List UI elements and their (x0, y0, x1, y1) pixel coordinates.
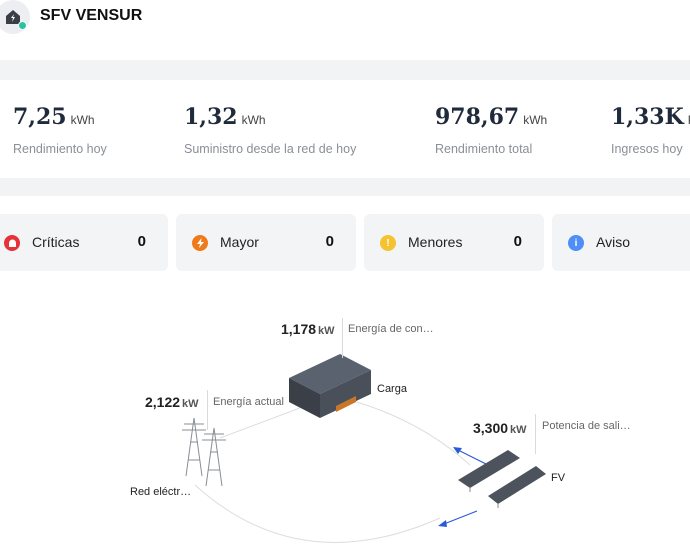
alarm-card-critical[interactable]: Críticas 0 (0, 214, 168, 271)
alarm-card-warning[interactable]: i Aviso (552, 214, 690, 271)
stats-panel: 7,25 kWh Rendimiento hoy 1,32 kWh Suminist… (0, 80, 690, 178)
stat-grid-supply-today: 1,32 kWh Suministro desde la red de hoy (184, 104, 356, 156)
alarm-card-major[interactable]: Mayor 0 (176, 214, 356, 271)
critical-alarm-icon (4, 235, 20, 251)
load-power: 1,178 kW (281, 321, 335, 339)
pv-node-label: FV (551, 472, 566, 484)
flow-arrow-pv-to-load (457, 449, 487, 465)
section-divider (0, 60, 690, 80)
stat-total-yield: 978,67 kWh Rendimiento total (435, 104, 547, 156)
pv-power: 3,300 kW (473, 420, 527, 438)
stat-value: 7,25 (13, 104, 67, 130)
header: SFV VENSUR (0, 0, 690, 60)
stat-income-today: 1,33KP. Ingresos hoy (611, 104, 690, 156)
alarm-label: Menores (408, 234, 463, 250)
stat-unit: kWh (523, 113, 548, 127)
alarm-label: Críticas (32, 234, 80, 250)
grid-divider (207, 390, 208, 430)
grid-node-label: Red eléctr… (130, 486, 192, 498)
pv-power-label: Potencia de sali… (542, 420, 631, 432)
load-divider (342, 318, 343, 358)
grid-power-unit: kW (182, 398, 199, 410)
alarm-label: Mayor (220, 234, 259, 250)
grid-power-label: Energía actual (213, 396, 284, 408)
load-building-icon (289, 354, 371, 418)
stat-label: Rendimiento hoy (13, 142, 107, 156)
pv-power-unit: kW (510, 424, 527, 436)
stat-label: Suministro desde la red de hoy (184, 142, 357, 156)
energy-flow-diagram: 1,178 kW Energía de con… Carga 2,122 kW En… (0, 290, 690, 549)
stat-value: 1,32 (184, 104, 238, 130)
stat-value: 978,67 (435, 104, 520, 130)
load-node-label: Carga (377, 383, 407, 395)
grid-power-value: 2,122 (145, 394, 181, 410)
online-status-dot (18, 21, 27, 30)
plant-avatar[interactable] (0, 0, 30, 34)
stat-yield-today: 7,25 kWh Rendimiento hoy (13, 104, 107, 156)
stat-label: Rendimiento total (435, 142, 533, 156)
plant-title: SFV VENSUR (40, 7, 143, 24)
load-power-value: 1,178 (281, 321, 317, 337)
alarm-card-minor[interactable]: ! Menores 0 (364, 214, 544, 271)
warning-alarm-icon: i (568, 235, 584, 251)
alarm-count: 0 (513, 233, 522, 250)
grid-power: 2,122 kW (145, 394, 199, 412)
pv-divider (535, 414, 536, 454)
major-alarm-icon (192, 235, 208, 251)
minor-alarm-icon: ! (380, 235, 396, 251)
stat-unit: kWh (70, 113, 95, 127)
stat-value: 1,33K (611, 104, 684, 130)
flow-arrow-pv-to-grid (443, 510, 478, 525)
stat-label: Ingresos hoy (611, 142, 683, 156)
load-power-unit: kW (318, 325, 335, 337)
alarm-summary: Críticas 0 Mayor 0 ! Menores 0 i Aviso (0, 196, 690, 290)
alarm-label: Aviso (596, 234, 630, 250)
load-power-label: Energía de con… (348, 323, 434, 335)
alarm-count: 0 (325, 233, 334, 250)
transmission-tower-icon (182, 417, 226, 487)
pv-power-value: 3,300 (473, 420, 509, 436)
pv-panel-icon (458, 450, 546, 508)
stat-unit: kWh (241, 113, 266, 127)
alarm-count: 0 (137, 233, 146, 250)
section-divider (0, 178, 690, 196)
